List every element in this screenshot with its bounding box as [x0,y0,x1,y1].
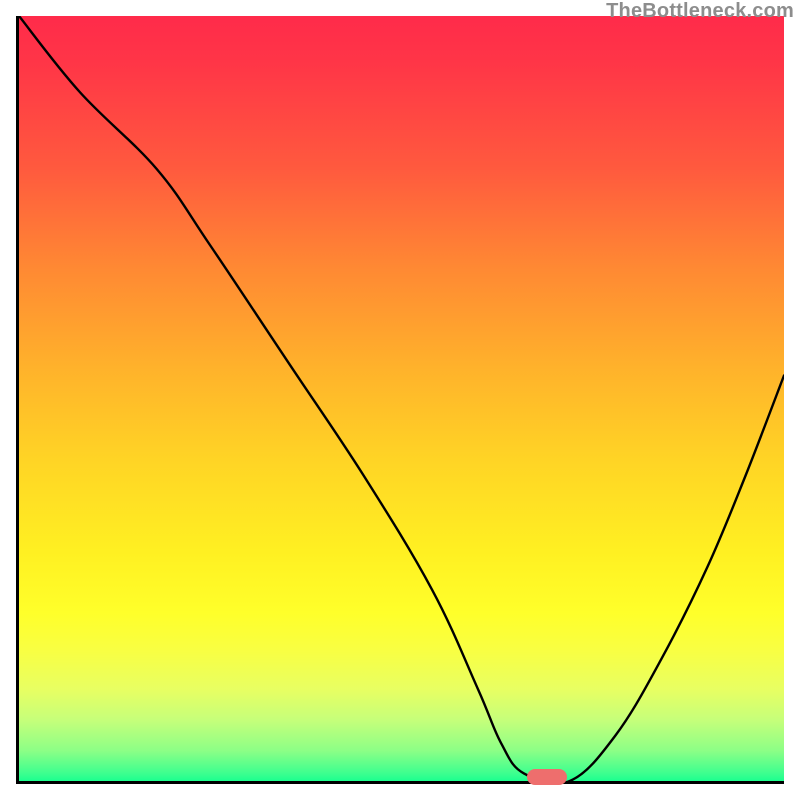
optimal-point-marker [527,769,567,785]
chart-container: TheBottleneck.com [0,0,800,800]
curve-path [19,16,784,781]
bottleneck-curve [19,16,784,781]
watermark-text: TheBottleneck.com [606,0,794,23]
plot-area [16,16,784,784]
